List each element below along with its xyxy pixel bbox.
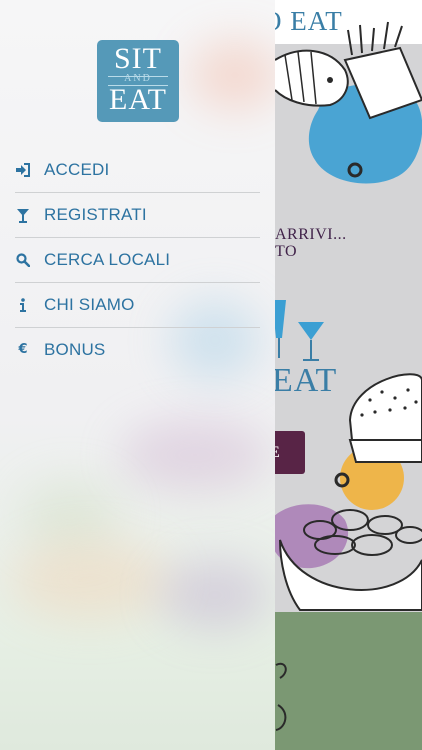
sit-and-eat-logo: SIT AND EAT xyxy=(97,40,179,122)
logo-text-bottom: EAT xyxy=(109,83,167,116)
menu-item-chi-siamo[interactable]: CHI SIAMO xyxy=(0,283,275,328)
menu-item-cerca-locali[interactable]: CERCA LOCALI xyxy=(0,238,275,283)
menu-label: BONUS xyxy=(44,340,106,359)
search-icon xyxy=(14,251,32,269)
menu-item-accedi[interactable]: ACCEDI xyxy=(0,148,275,193)
menu-label: CHI SIAMO xyxy=(44,295,135,314)
menu-item-bonus[interactable]: € BONUS xyxy=(0,328,275,373)
blur-patch xyxy=(120,420,270,490)
euro-icon: € xyxy=(18,342,28,357)
logo-text-top: SIT xyxy=(114,42,162,75)
side-drawer: SIT AND EAT ACCEDI REGISTRATI CERCA LOCA… xyxy=(0,0,275,750)
drawer-menu: ACCEDI REGISTRATI CERCA LOCALI CHI SIAMO… xyxy=(0,148,275,373)
blur-patch xyxy=(160,560,270,630)
menu-label: REGISTRATI xyxy=(44,205,147,224)
blur-patch xyxy=(190,40,275,110)
eat-logo-text: EAT xyxy=(272,362,338,399)
menu-item-registrati[interactable]: REGISTRATI xyxy=(0,193,275,238)
promo-headline: ARRIVI... TO xyxy=(275,226,347,260)
menu-label: ACCEDI xyxy=(44,160,110,179)
sign-in-icon xyxy=(14,161,32,179)
blur-patch xyxy=(10,540,170,620)
info-icon xyxy=(14,296,32,314)
blur-patch xyxy=(20,480,120,550)
menu-label: CERCA LOCALI xyxy=(44,250,171,269)
cocktail-glass-icon xyxy=(14,206,32,224)
